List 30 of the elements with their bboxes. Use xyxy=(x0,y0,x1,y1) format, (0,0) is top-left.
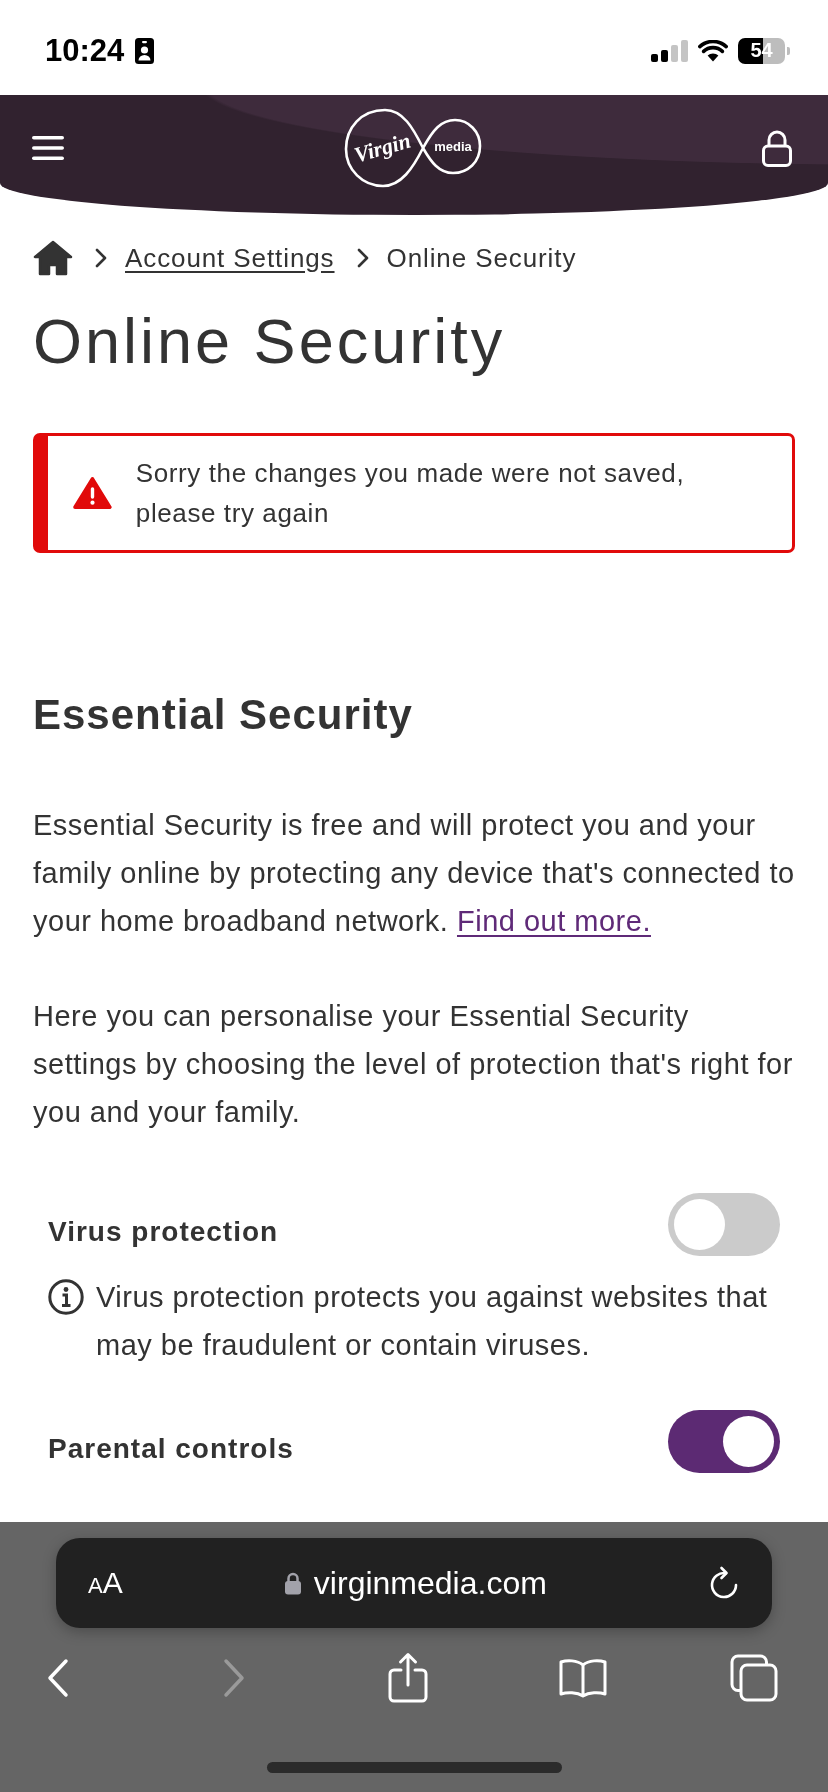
chevron-icon xyxy=(356,248,369,268)
lock-icon[interactable] xyxy=(762,129,792,167)
id-badge-icon xyxy=(135,37,155,64)
signal-icon xyxy=(651,39,688,62)
text-link[interactable]: Find out more. xyxy=(457,905,651,937)
reload-icon[interactable] xyxy=(708,1566,740,1600)
page-title: Online Security xyxy=(33,305,507,378)
status-time: 10:24 xyxy=(45,32,125,69)
tabs-icon[interactable] xyxy=(730,1654,778,1702)
url-text: virginmedia.com xyxy=(313,1564,547,1602)
body-text: Essential Security is free and will protect you and your family online by protecting any device that's connected to your home broadband network. Find out more. xyxy=(33,808,795,939)
setting-label: Parental controls xyxy=(48,1432,294,1465)
home-icon[interactable] xyxy=(33,240,73,276)
info-icon xyxy=(48,1279,84,1315)
setting-label: Virus protection xyxy=(48,1215,279,1248)
share-icon[interactable] xyxy=(387,1652,429,1704)
address-bar[interactable]: AA virginmedia.com xyxy=(56,1538,772,1628)
breadcrumb-link[interactable]: Account Settings xyxy=(125,242,335,274)
text-size-button[interactable]: AA xyxy=(88,1568,123,1598)
wifi-icon xyxy=(698,39,728,62)
back-icon[interactable] xyxy=(46,1658,70,1698)
chevron-icon xyxy=(95,248,107,268)
alert-message: Sorry the changes you made were not saved, please try again xyxy=(135,457,686,530)
body-text: Here you can personalise your Essential Security settings by choosing the level of protection that's right for you and your family. xyxy=(33,999,794,1130)
menu-icon[interactable] xyxy=(32,135,64,161)
book-icon[interactable] xyxy=(557,1657,608,1699)
info-text: Virus protection protects you against websites that may be fraudulent or contain viruses. xyxy=(96,1280,769,1363)
breadcrumb-current: Online Security xyxy=(386,242,577,274)
section-heading: Essential Security xyxy=(33,691,414,739)
brand-logo[interactable]: Virgin media xyxy=(343,108,483,188)
